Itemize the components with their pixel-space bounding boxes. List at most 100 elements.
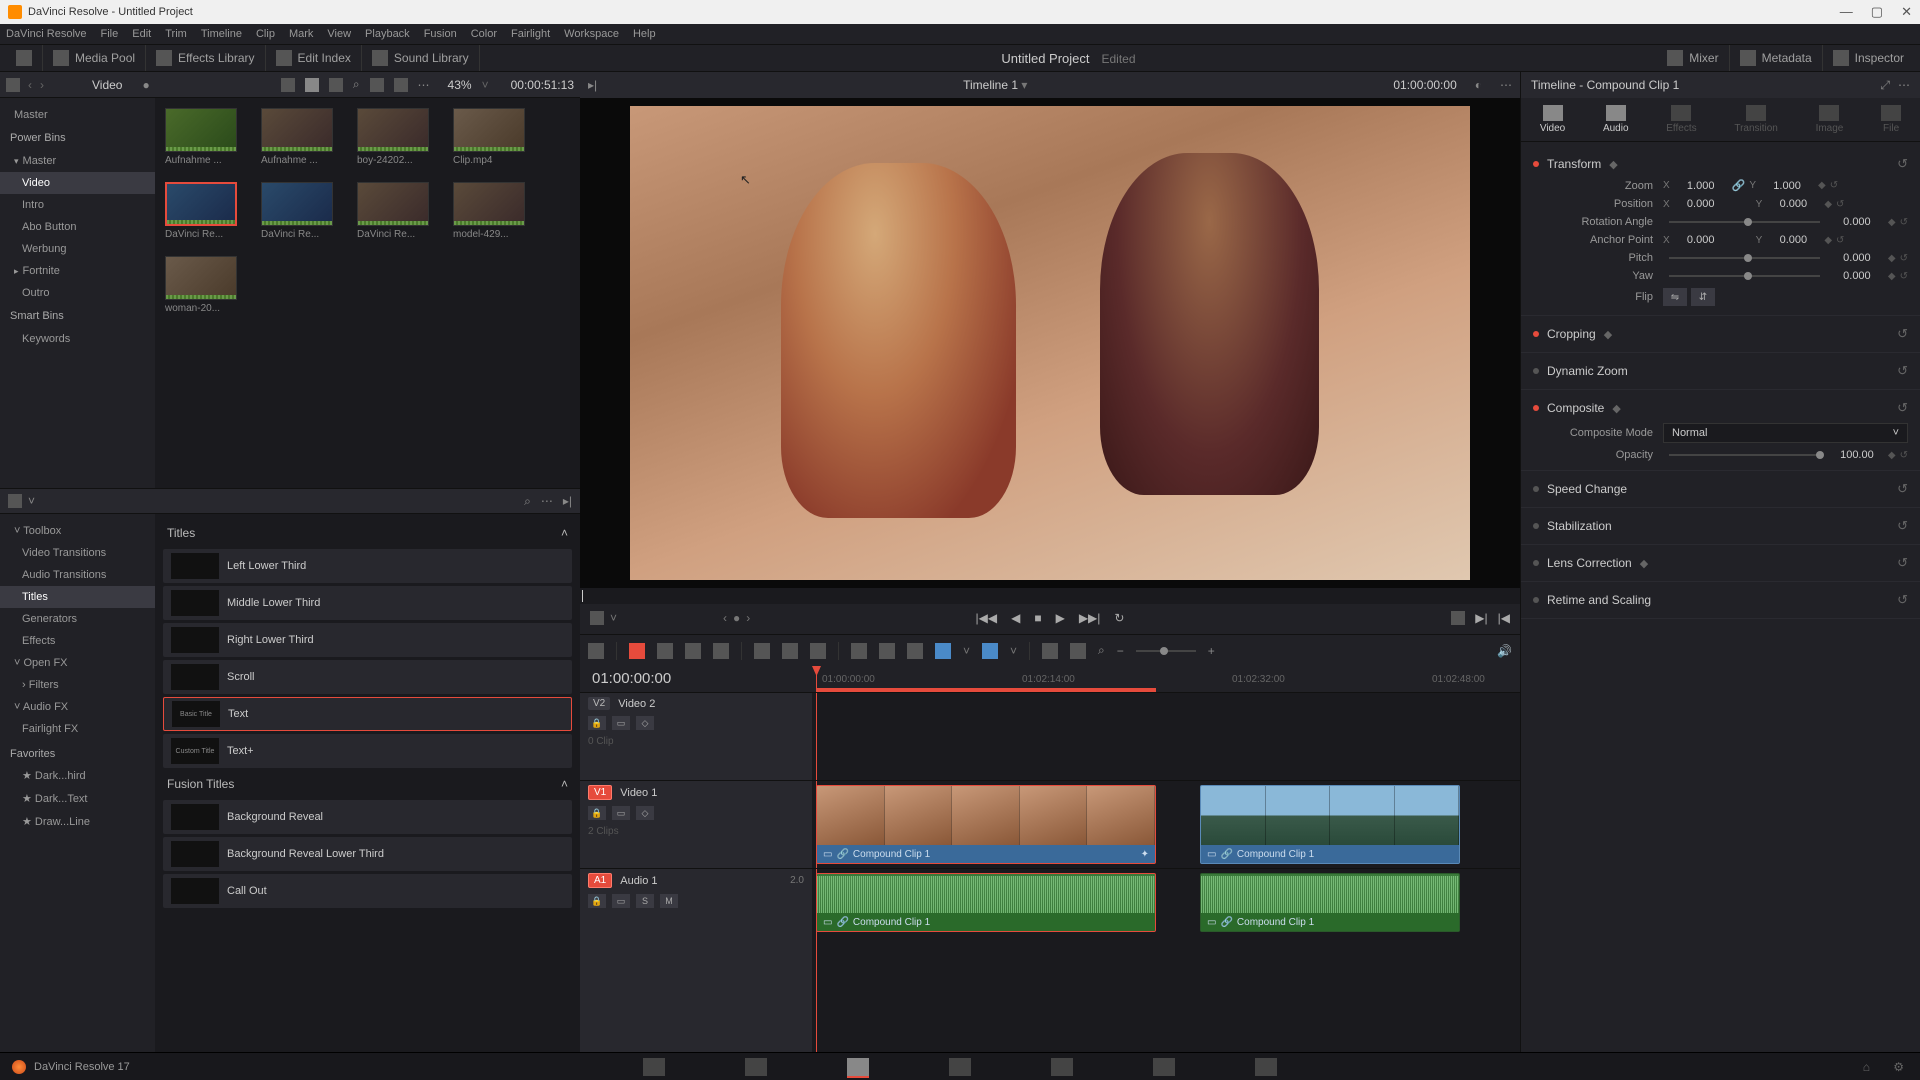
titles-section-hdr[interactable]: Titles˄ bbox=[163, 520, 572, 546]
reset-icon[interactable]: ↺ bbox=[1836, 199, 1844, 210]
timeline-timecode[interactable]: 01:00:00:00 bbox=[580, 666, 812, 692]
title-item[interactable]: Right Lower Third bbox=[163, 623, 572, 657]
page-deliver[interactable] bbox=[1255, 1058, 1277, 1076]
scrub-bar[interactable] bbox=[580, 588, 1520, 604]
inspector-options-icon[interactable]: ⋯ bbox=[1898, 78, 1910, 92]
reset-icon[interactable]: ↺ bbox=[1897, 400, 1908, 416]
replace-icon[interactable] bbox=[810, 643, 826, 659]
insert-icon[interactable] bbox=[754, 643, 770, 659]
section-header[interactable]: Lens Correction◆↺ bbox=[1533, 551, 1908, 575]
reset-icon[interactable]: ↺ bbox=[1897, 555, 1908, 571]
soundlib-icon[interactable] bbox=[372, 50, 388, 66]
track-lock-icon[interactable]: 🔒 bbox=[588, 716, 606, 730]
zoom-fit-icon[interactable] bbox=[1042, 643, 1058, 659]
prev-frame-button[interactable]: ◀ bbox=[1011, 611, 1020, 625]
layout-icon[interactable] bbox=[16, 50, 32, 66]
fx-search-icon[interactable]: ⌕ bbox=[524, 494, 531, 509]
keyframe-icon[interactable]: ◆ bbox=[1888, 450, 1896, 461]
track-enable-icon[interactable]: ▭ bbox=[612, 894, 630, 908]
page-cut[interactable] bbox=[745, 1058, 767, 1076]
opacity-value[interactable]: 100.00 bbox=[1830, 449, 1884, 461]
zoom-out-icon[interactable]: ⌕ bbox=[1098, 643, 1105, 658]
track-auto-icon[interactable]: ◇ bbox=[636, 716, 654, 730]
title-item[interactable]: Middle Lower Third bbox=[163, 586, 572, 620]
menu-view[interactable]: View bbox=[327, 28, 351, 40]
page-media[interactable] bbox=[643, 1058, 665, 1076]
overwrite-icon[interactable] bbox=[782, 643, 798, 659]
yaw-value[interactable]: 0.000 bbox=[1830, 270, 1884, 282]
minimize-button[interactable]: — bbox=[1840, 4, 1853, 20]
metadata-toggle[interactable]: Metadata bbox=[1762, 51, 1812, 65]
keyframe-icon[interactable]: ◆ bbox=[1888, 253, 1896, 264]
track-tag[interactable]: V1 bbox=[588, 785, 612, 800]
mixer-toggle[interactable]: Mixer bbox=[1689, 51, 1718, 65]
menu-edit[interactable]: Edit bbox=[132, 28, 151, 40]
tree-item-intro[interactable]: Intro bbox=[0, 194, 155, 216]
fx-options-icon[interactable]: ⋯ bbox=[541, 494, 553, 508]
reset-icon[interactable]: ↺ bbox=[1897, 326, 1908, 342]
viewer[interactable]: ↖ bbox=[580, 98, 1520, 588]
clip-thumb[interactable]: woman-20... bbox=[165, 256, 237, 314]
home-icon[interactable]: ⌂ bbox=[1863, 1060, 1870, 1074]
menu-workspace[interactable]: Workspace bbox=[564, 28, 619, 40]
anchor-x[interactable]: 0.000 bbox=[1674, 234, 1728, 246]
page-color[interactable] bbox=[1051, 1058, 1073, 1076]
section-header[interactable]: Cropping◆↺ bbox=[1533, 322, 1908, 346]
zoom-x[interactable]: 1.000 bbox=[1674, 180, 1728, 192]
bin-view-icon[interactable] bbox=[6, 78, 20, 92]
metadata-icon[interactable] bbox=[1740, 50, 1756, 66]
fusion-title-item[interactable]: Call Out bbox=[163, 874, 572, 908]
tree-item-outro[interactable]: Outro bbox=[0, 282, 155, 304]
keyframe-icon[interactable]: ◆ bbox=[1824, 235, 1832, 246]
reset-icon[interactable]: ↺ bbox=[1900, 253, 1908, 264]
link-icon[interactable] bbox=[879, 643, 895, 659]
title-item-text[interactable]: Basic TitleText bbox=[163, 697, 572, 731]
track-head-v1[interactable]: V1Video 1 🔒▭◇ 2 Clips bbox=[580, 780, 812, 868]
effectslib-toggle[interactable]: Effects Library bbox=[178, 51, 254, 65]
pitch-slider[interactable] bbox=[1669, 257, 1820, 259]
viewer-zoom[interactable]: 43% bbox=[448, 78, 472, 92]
section-header[interactable]: Speed Change↺ bbox=[1533, 477, 1908, 501]
back-button[interactable]: ‹ bbox=[28, 78, 32, 92]
play-button[interactable]: ▶ bbox=[1056, 611, 1065, 625]
menu-fusion[interactable]: Fusion bbox=[424, 28, 457, 40]
fusion-section-hdr[interactable]: Fusion Titles˄ bbox=[163, 771, 572, 797]
page-edit[interactable] bbox=[847, 1058, 869, 1076]
track-head-v2[interactable]: V2Video 2 🔒▭◇ 0 Clip bbox=[580, 692, 812, 780]
fx-fav-item[interactable]: ★ Dark...Text bbox=[0, 787, 155, 810]
prev-marker-icon[interactable]: ‹ bbox=[723, 611, 727, 625]
lock-icon[interactable] bbox=[907, 643, 923, 659]
fx-next-icon[interactable]: ▸| bbox=[563, 494, 572, 508]
pos-x[interactable]: 0.000 bbox=[1674, 198, 1728, 210]
tree-item-video[interactable]: Video bbox=[0, 172, 155, 194]
yaw-slider[interactable] bbox=[1669, 275, 1820, 277]
tree-master[interactable]: Master bbox=[0, 104, 155, 126]
metadata-view-icon[interactable] bbox=[281, 78, 295, 92]
link-icon[interactable]: 🔗 bbox=[1732, 179, 1746, 192]
keyframe-icon[interactable]: ◆ bbox=[1818, 180, 1826, 191]
track-lock-icon[interactable]: 🔒 bbox=[588, 806, 606, 820]
tab-audio[interactable]: Audio bbox=[1603, 105, 1629, 134]
go-in-icon[interactable]: |◀ bbox=[1498, 611, 1510, 625]
section-header[interactable]: Dynamic Zoom↺ bbox=[1533, 359, 1908, 383]
reset-icon[interactable]: ↺ bbox=[1900, 271, 1908, 282]
loop-button[interactable]: ↻ bbox=[1114, 611, 1124, 625]
fx-layout-icon[interactable] bbox=[8, 494, 22, 508]
go-out-icon[interactable]: ▶| bbox=[1475, 611, 1487, 625]
flag-icon[interactable] bbox=[935, 643, 951, 659]
menu-playback[interactable]: Playback bbox=[365, 28, 410, 40]
trim-tool-icon[interactable] bbox=[657, 643, 673, 659]
fx-audiofx[interactable]: ˅ Audio FX bbox=[0, 696, 155, 718]
menu-trim[interactable]: Trim bbox=[165, 28, 187, 40]
next-marker-icon[interactable]: › bbox=[746, 611, 750, 625]
marker-icon[interactable] bbox=[982, 643, 998, 659]
track-enable-icon[interactable]: ▭ bbox=[612, 716, 630, 730]
editindex-toggle[interactable]: Edit Index bbox=[298, 51, 351, 65]
match-frame-icon[interactable] bbox=[1451, 611, 1465, 625]
settings-icon[interactable]: ⚙ bbox=[1893, 1060, 1904, 1074]
title-item[interactable]: Left Lower Third bbox=[163, 549, 572, 583]
marker-dot-icon[interactable]: ● bbox=[733, 611, 740, 625]
pos-y[interactable]: 0.000 bbox=[1766, 198, 1820, 210]
title-item[interactable]: Scroll bbox=[163, 660, 572, 694]
track-mute-icon[interactable]: M bbox=[660, 894, 678, 908]
